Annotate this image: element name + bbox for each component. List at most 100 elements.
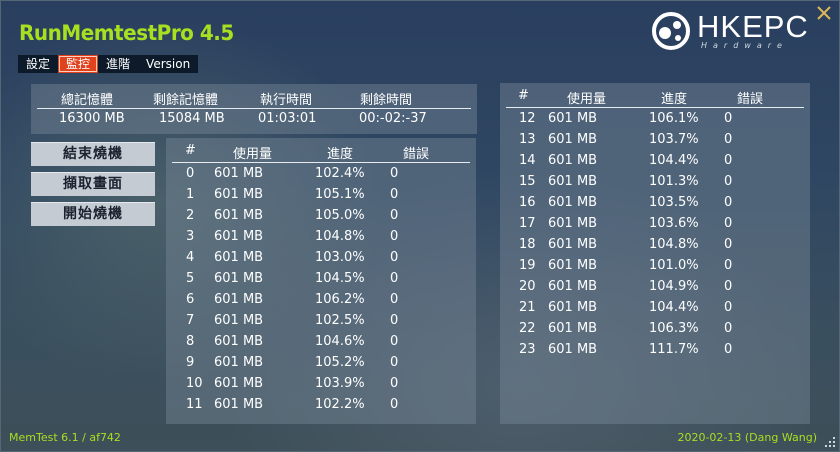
menu-advanced[interactable]: 進階: [98, 55, 138, 73]
row-progress: 102.4%: [315, 166, 365, 181]
row-index: 4: [186, 250, 195, 265]
menu-bar: 設定 監控 進階 Version: [18, 55, 199, 73]
row-index: 14: [519, 153, 536, 168]
row-index: 16: [519, 195, 536, 210]
elapsed-time-value: 01:03:01: [258, 111, 317, 126]
menu-version[interactable]: Version: [138, 55, 198, 73]
row-index: 19: [519, 258, 536, 273]
row-errors: 0: [390, 166, 399, 181]
row-index: 17: [519, 216, 536, 231]
table-header: # 使用量 進度 錯誤: [166, 143, 476, 163]
summary-header-row: 總記憶體 剩餘記憶體 執行時間 剩餘時間: [31, 89, 477, 109]
row-errors: 0: [724, 216, 733, 231]
capture-screen-button[interactable]: 擷取畫面: [31, 172, 155, 196]
table-row: 11 601 MB 102.2% 0: [166, 397, 476, 418]
row-usage: 601 MB: [548, 153, 598, 168]
table-row: 16 601 MB 103.5% 0: [500, 195, 810, 216]
row-errors: 0: [390, 376, 399, 391]
row-usage: 601 MB: [214, 376, 264, 391]
table-header: # 使用量 進度 錯誤: [500, 88, 810, 108]
summary-panel: 總記憶體 剩餘記憶體 執行時間 剩餘時間 16300 MB 15084 MB 0…: [31, 84, 477, 134]
row-errors: 0: [724, 342, 733, 357]
elapsed-time-header: 執行時間: [260, 93, 313, 108]
row-index: 11: [186, 397, 203, 412]
row-index: 21: [519, 300, 536, 315]
remaining-memory-value: 15084 MB: [159, 111, 225, 126]
row-usage: 601 MB: [548, 342, 598, 357]
col-usage-header: 使用量: [567, 92, 607, 107]
row-usage: 601 MB: [214, 355, 264, 370]
menu-monitor[interactable]: 監控: [58, 55, 99, 73]
row-usage: 601 MB: [548, 132, 598, 147]
row-progress: 104.6%: [315, 334, 365, 349]
row-errors: 0: [390, 355, 399, 370]
row-progress: 111.7%: [649, 342, 699, 357]
row-errors: 0: [724, 174, 733, 189]
table-divider: [506, 107, 804, 108]
thread-table-left: # 使用量 進度 錯誤 0 601 MB 102.4% 0 1 601 MB 105.1% 0…: [166, 138, 476, 424]
row-index: 7: [186, 313, 195, 328]
table-row: 7 601 MB 102.5% 0: [166, 313, 476, 334]
row-progress: 106.2%: [315, 292, 365, 307]
row-usage: 601 MB: [548, 258, 598, 273]
col-progress-header: 進度: [661, 92, 688, 107]
row-progress: 101.3%: [649, 174, 699, 189]
row-errors: 0: [390, 313, 399, 328]
row-usage: 601 MB: [548, 111, 598, 126]
row-index: 18: [519, 237, 536, 252]
row-errors: 0: [724, 153, 733, 168]
row-errors: 0: [390, 292, 399, 307]
row-progress: 105.0%: [315, 208, 365, 223]
row-index: 22: [519, 321, 536, 336]
table-row: 22 601 MB 106.3% 0: [500, 321, 810, 342]
close-button[interactable]: [815, 5, 833, 23]
app-window: RunMemtestPro 4.5 HKEPC Hardware 設定 監控 進…: [0, 0, 840, 452]
row-errors: 0: [390, 187, 399, 202]
row-errors: 0: [724, 279, 733, 294]
row-progress: 101.0%: [649, 258, 699, 273]
app-title: RunMemtestPro 4.5: [19, 21, 234, 45]
table-row: 10 601 MB 103.9% 0: [166, 376, 476, 397]
row-usage: 601 MB: [548, 279, 598, 294]
row-progress: 103.0%: [315, 250, 365, 265]
table-row: 21 601 MB 104.4% 0: [500, 300, 810, 321]
col-index-header: #: [185, 143, 196, 158]
table-row: 15 601 MB 101.3% 0: [500, 174, 810, 195]
row-index: 13: [519, 132, 536, 147]
row-usage: 601 MB: [214, 271, 264, 286]
row-usage: 601 MB: [548, 216, 598, 231]
table-row: 5 601 MB 104.5% 0: [166, 271, 476, 292]
table-row: 14 601 MB 104.4% 0: [500, 153, 810, 174]
stop-burnin-button[interactable]: 結束燒機: [31, 142, 155, 166]
row-progress: 103.6%: [649, 216, 699, 231]
row-progress: 106.1%: [649, 111, 699, 126]
row-progress: 102.2%: [315, 397, 365, 412]
table-row: 6 601 MB 106.2% 0: [166, 292, 476, 313]
row-usage: 601 MB: [548, 237, 598, 252]
row-progress: 103.5%: [649, 195, 699, 210]
footer-date: 2020-02-13 (Dang Wang): [677, 431, 817, 444]
menu-settings[interactable]: 設定: [18, 55, 58, 73]
footer-version: MemTest 6.1 / af742: [9, 431, 121, 444]
row-index: 23: [519, 342, 536, 357]
table-divider: [172, 162, 470, 163]
row-index: 8: [186, 334, 195, 349]
row-errors: 0: [390, 229, 399, 244]
row-index: 1: [186, 187, 195, 202]
row-index: 20: [519, 279, 536, 294]
resize-grip-icon[interactable]: [823, 435, 837, 449]
row-usage: 601 MB: [548, 321, 598, 336]
row-usage: 601 MB: [214, 229, 264, 244]
table-row: 9 601 MB 105.2% 0: [166, 355, 476, 376]
row-progress: 103.7%: [649, 132, 699, 147]
row-index: 10: [186, 376, 203, 391]
start-burnin-button[interactable]: 開始燒機: [31, 202, 155, 226]
row-progress: 102.5%: [315, 313, 365, 328]
thread-table-right: # 使用量 進度 錯誤 12 601 MB 106.1% 0 13 601 MB 103.7…: [500, 83, 810, 424]
row-progress: 104.4%: [649, 153, 699, 168]
row-usage: 601 MB: [214, 250, 264, 265]
logo-wordmark: HKEPC: [697, 9, 809, 44]
col-errors-header: 錯誤: [403, 147, 430, 162]
row-usage: 601 MB: [548, 300, 598, 315]
remaining-memory-header: 剩餘記憶體: [153, 93, 219, 108]
